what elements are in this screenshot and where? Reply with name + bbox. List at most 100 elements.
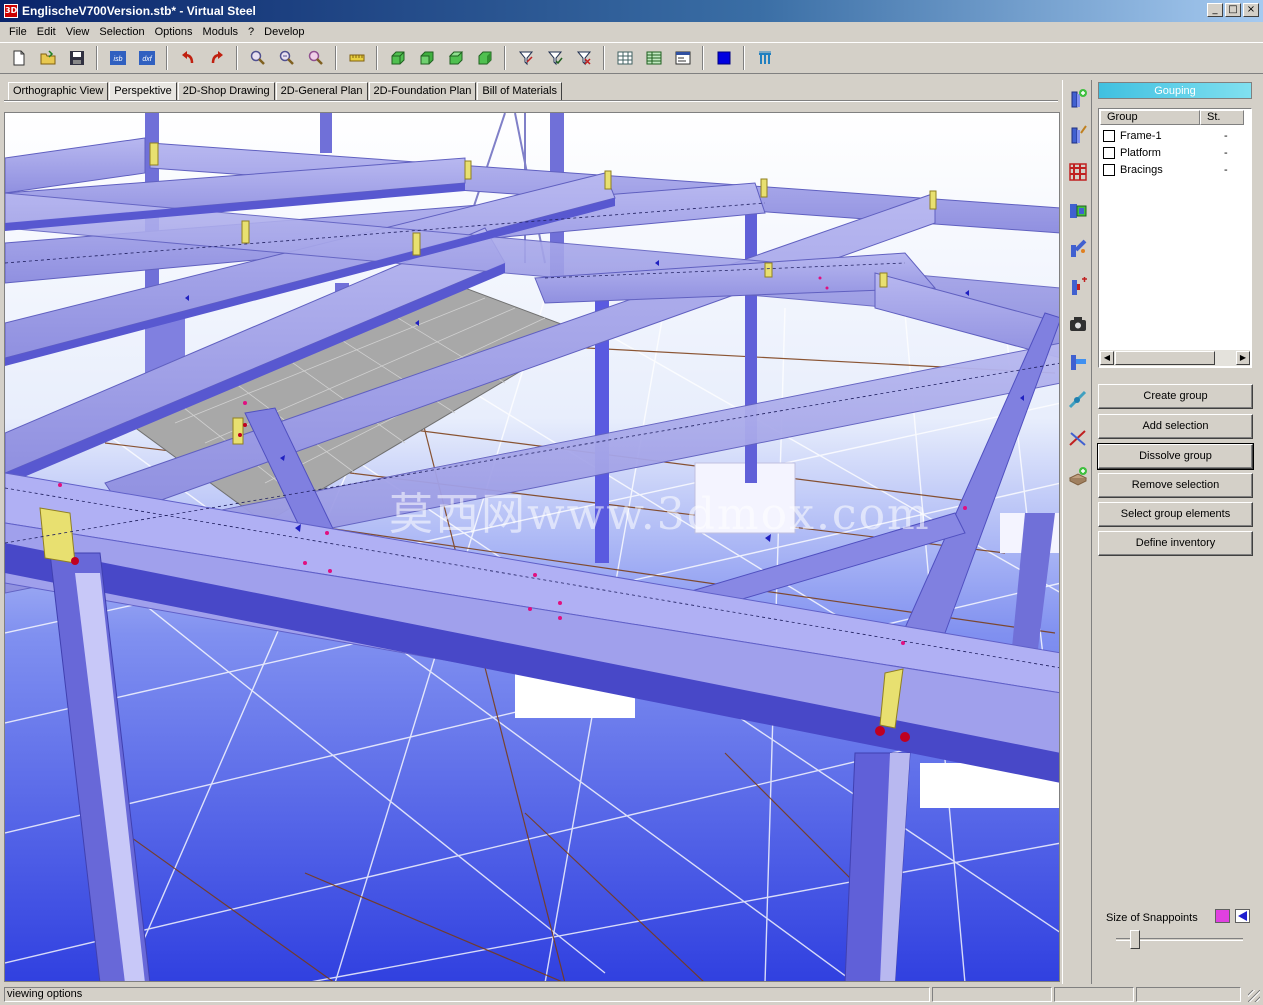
select-group-elements-button[interactable]: Select group elements [1098,502,1253,527]
svg-text:dxf: dxf [142,56,152,63]
measure-ruler-icon[interactable] [345,46,369,70]
open-folder-icon[interactable] [36,46,60,70]
table-icon[interactable] [613,46,637,70]
menu-bar: File Edit View Selection Options Moduls … [0,22,1263,41]
redo-icon[interactable] [205,46,229,70]
add-part-icon[interactable] [1066,272,1090,300]
column-header-group[interactable]: Group [1100,110,1200,125]
group-checkbox[interactable] [1103,146,1115,159]
toolbar-separator [96,46,98,70]
toolbar-separator [743,46,745,70]
list-item[interactable]: Platform - [1103,144,1249,161]
group-status: - [1224,129,1228,142]
filter-clear-icon[interactable] [572,46,596,70]
maximize-button[interactable]: □ [1225,3,1241,17]
toolbar-separator [166,46,168,70]
watermark-text: 莫西网www.3dmox.com [389,489,931,540]
dissolve-group-button[interactable]: Dissolve group [1097,443,1254,470]
tab-general-plan[interactable]: 2D-General Plan [275,82,368,101]
properties-icon[interactable] [671,46,695,70]
menu-help[interactable]: ? [243,26,259,38]
group-list[interactable]: Group St. Frame-1 - Platform - Bracings … [1098,108,1252,368]
tab-perspektive[interactable]: Perspektive [109,82,177,102]
isb-export-icon[interactable]: isb [106,46,130,70]
grid-icon[interactable] [1066,158,1090,186]
tab-orthographic-view[interactable]: Orthographic View [8,82,109,101]
svg-text:isb: isb [113,56,122,63]
add-material-icon[interactable] [1066,462,1090,490]
undo-icon[interactable] [176,46,200,70]
camera-icon[interactable] [1066,310,1090,338]
toolbar-separator [603,46,605,70]
horizontal-scrollbar[interactable]: ◀ ▶ [1100,350,1250,366]
grouping-panel: Gouping Group St. Frame-1 - Platform - B… [1097,80,1257,984]
zoom-out-icon[interactable] [275,46,299,70]
dxf-export-icon[interactable]: dxf [135,46,159,70]
snap-direction-icon[interactable] [1235,909,1250,923]
list-item[interactable]: Bracings - [1103,161,1249,178]
group-status: - [1224,163,1228,176]
filter-select-icon[interactable] [543,46,567,70]
snap-size-slider-thumb[interactable] [1130,930,1141,949]
weld-icon[interactable] [1066,386,1090,414]
plate-icon[interactable] [1066,348,1090,376]
menu-moduls[interactable]: Moduls [198,26,243,38]
status-bar: viewing options [0,985,1263,1005]
new-file-icon[interactable] [7,46,31,70]
menu-file[interactable]: File [4,26,32,38]
close-button[interactable]: × [1243,3,1259,17]
edit-column-icon[interactable] [1066,120,1090,148]
view-top-icon[interactable] [444,46,468,70]
menu-view[interactable]: View [61,26,95,38]
3d-viewport[interactable]: 莫西网www.3dmox.com [4,112,1060,982]
scroll-right-icon[interactable]: ▶ [1236,351,1250,365]
status-cell [932,987,1052,1002]
add-column-icon[interactable] [1066,84,1090,112]
toolbar-separator [335,46,337,70]
view-front-icon[interactable] [386,46,410,70]
resize-grip[interactable] [1248,990,1260,1002]
tab-divider [4,100,1058,102]
color-icon[interactable] [712,46,736,70]
panel-title: Gouping [1098,82,1252,99]
steel-structure-render [5,113,1059,981]
connection-icon[interactable] [1066,196,1090,224]
toolbar-separator [504,46,506,70]
view-iso-icon[interactable] [473,46,497,70]
group-name: Frame-1 [1120,129,1162,142]
grid-icon[interactable] [642,46,666,70]
group-checkbox[interactable] [1103,163,1115,176]
zoom-fit-icon[interactable] [304,46,328,70]
save-icon[interactable] [65,46,89,70]
add-selection-button[interactable]: Add selection [1098,414,1253,439]
minimize-button[interactable]: _ [1207,3,1223,17]
tab-bill-of-materials[interactable]: Bill of Materials [477,82,562,101]
app-icon: 3D [4,4,18,18]
create-group-button[interactable]: Create group [1098,384,1253,409]
remove-selection-button[interactable]: Remove selection [1098,473,1253,498]
column-header-status[interactable]: St. [1200,110,1244,125]
group-name: Bracings [1120,163,1163,176]
group-status: - [1224,146,1228,159]
beam-link-icon[interactable] [1066,234,1090,262]
filter-icon[interactable] [514,46,538,70]
group-checkbox[interactable] [1103,129,1115,142]
zoom-in-icon[interactable] [246,46,270,70]
view-side-icon[interactable] [415,46,439,70]
menu-edit[interactable]: Edit [32,26,61,38]
define-inventory-button[interactable]: Define inventory [1098,531,1253,556]
menu-options[interactable]: Options [150,26,198,38]
menu-develop[interactable]: Develop [259,26,309,38]
tab-foundation-plan[interactable]: 2D-Foundation Plan [368,82,477,101]
status-cell [1136,987,1241,1002]
structure-icon[interactable] [753,46,777,70]
menu-selection[interactable]: Selection [94,26,149,38]
scrollbar-thumb[interactable] [1115,351,1215,365]
snap-color-swatch[interactable] [1215,909,1230,923]
window-title: EnglischeV700Version.stb* - Virtual Stee… [22,4,256,18]
list-item[interactable]: Frame-1 - [1103,127,1249,144]
cut-icon[interactable] [1066,424,1090,452]
scroll-left-icon[interactable]: ◀ [1100,351,1114,365]
group-name: Platform [1120,146,1161,159]
tab-shop-drawing[interactable]: 2D-Shop Drawing [177,82,275,101]
